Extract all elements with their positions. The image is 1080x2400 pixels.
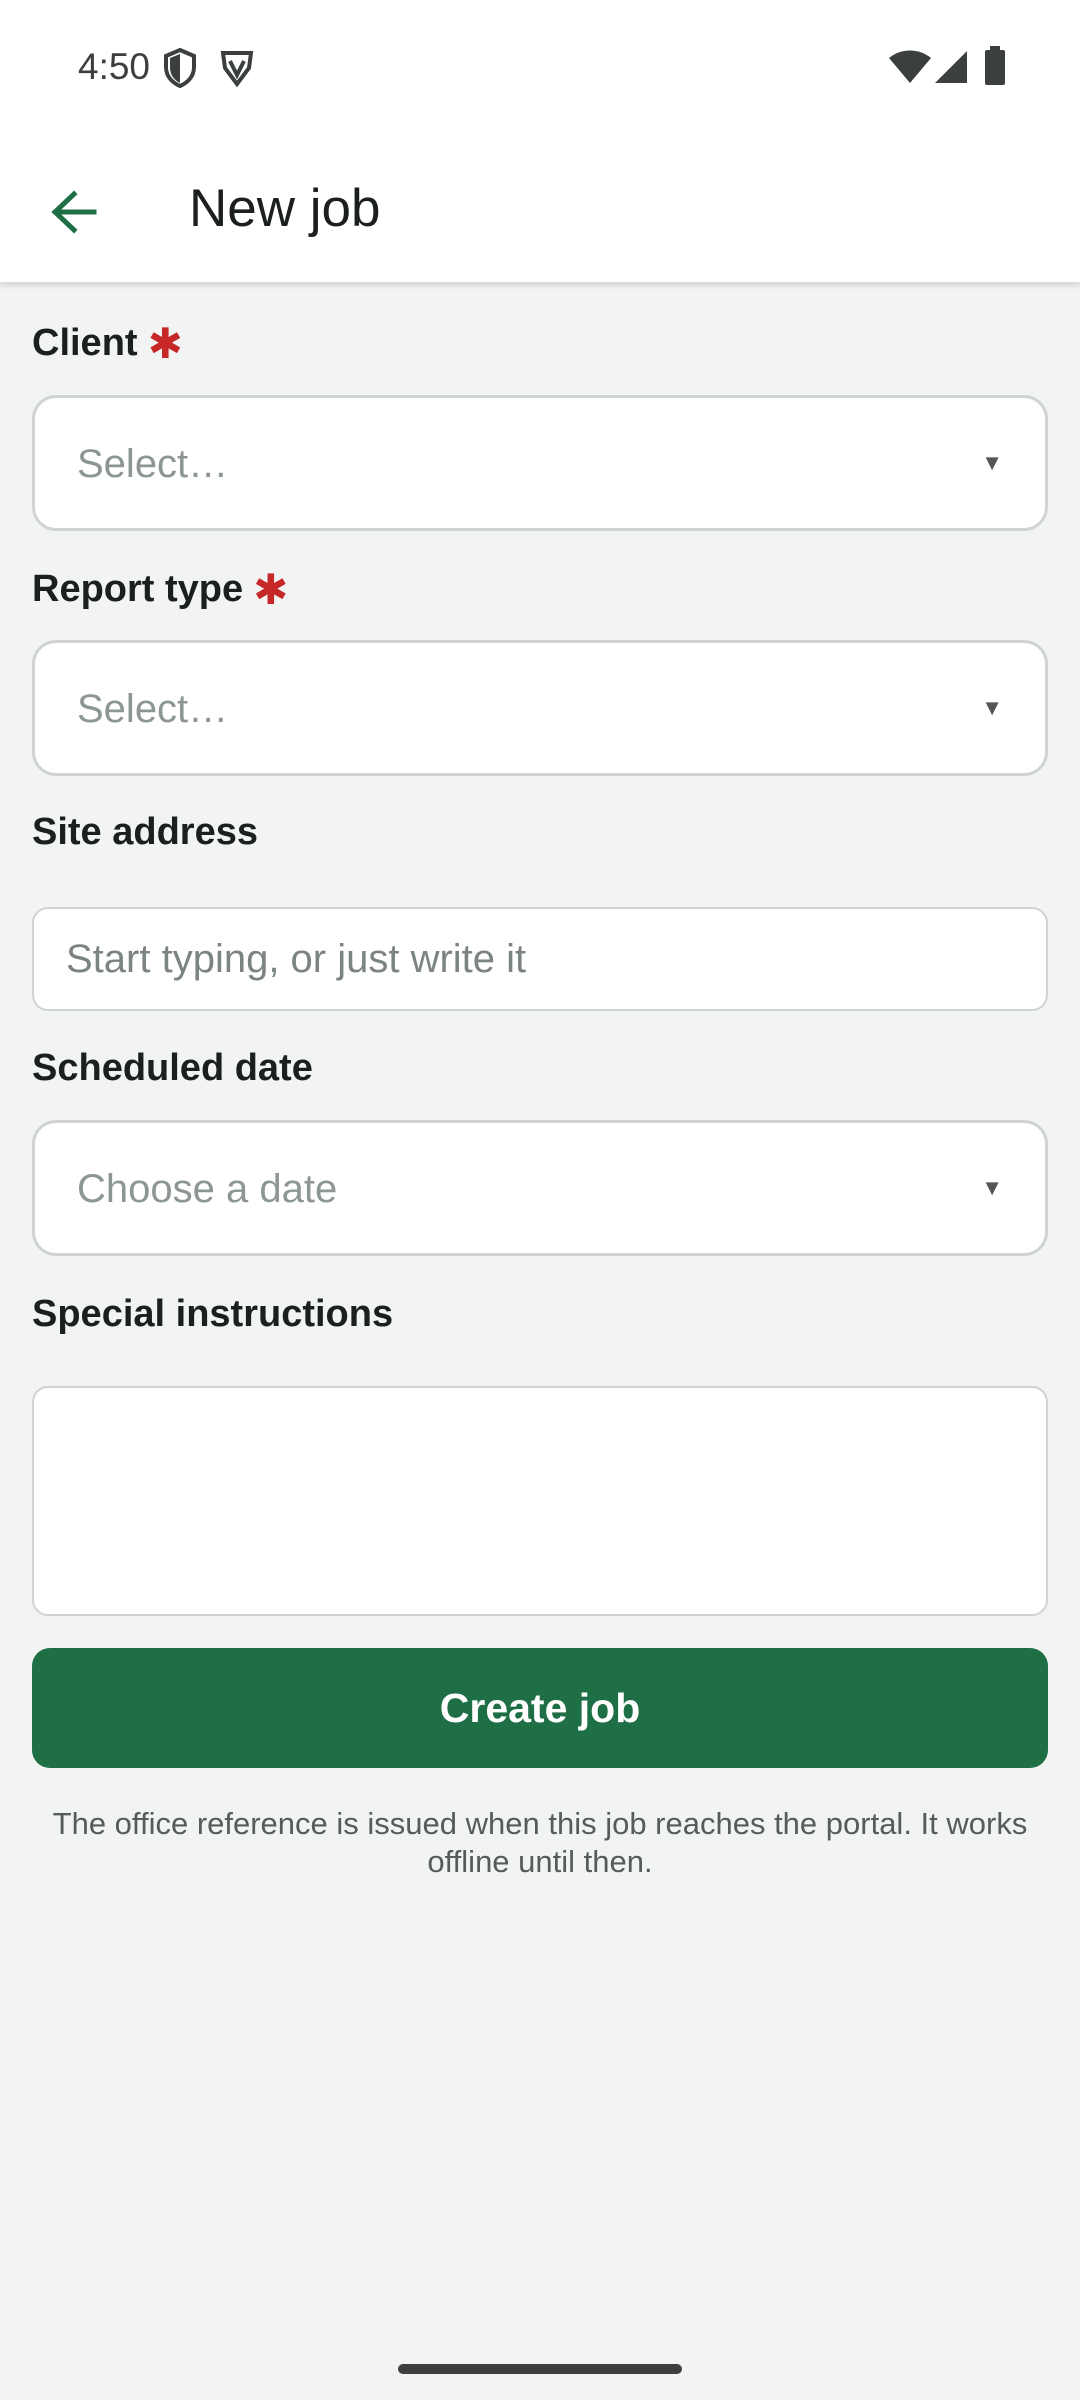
client-label: Client ✱ (32, 319, 183, 368)
chevron-down-icon: ▼ (981, 1175, 1003, 1200)
battery-icon (984, 46, 1006, 91)
special-instructions-input[interactable] (32, 1386, 1048, 1616)
scheduled-date-label-text: Scheduled date (32, 1047, 313, 1089)
shield-icon (163, 47, 197, 93)
site-address-label: Site address (32, 811, 258, 854)
report-type-select[interactable]: Select… ▼ (32, 640, 1048, 776)
scheduled-date-placeholder: Choose a date (77, 1167, 338, 1211)
required-mark: ✱ (253, 566, 289, 613)
site-address-input[interactable] (32, 907, 1048, 1011)
client-select-placeholder: Select… (77, 442, 229, 486)
helper-text: The office reference is issued when this… (52, 1806, 1028, 1879)
chevron-down-icon: ▼ (981, 695, 1003, 720)
status-bar: 4:50 (0, 0, 1080, 140)
required-mark: ✱ (147, 320, 183, 367)
scheduled-date-label: Scheduled date (32, 1047, 313, 1090)
special-instructions-label: Special instructions (32, 1293, 393, 1336)
site-address-label-text: Site address (32, 811, 258, 853)
vpn-badge-icon (219, 48, 255, 93)
cell-signal-icon (934, 50, 968, 89)
home-indicator[interactable] (398, 2364, 682, 2374)
status-time: 4:50 (78, 46, 151, 87)
arrow-left-icon (50, 189, 98, 239)
report-type-label-text: Report type (32, 568, 244, 610)
app-bar: New job (0, 140, 1080, 283)
wifi-icon (888, 50, 932, 89)
page-title: New job (189, 179, 381, 238)
create-job-button[interactable]: Create job (32, 1648, 1048, 1768)
report-type-label: Report type ✱ (32, 565, 288, 614)
client-select[interactable]: Select… ▼ (32, 395, 1048, 531)
report-type-select-placeholder: Select… (77, 687, 229, 731)
scheduled-date-picker[interactable]: Choose a date ▼ (32, 1120, 1048, 1256)
chevron-down-icon: ▼ (981, 450, 1003, 475)
back-button[interactable] (30, 170, 118, 258)
special-instructions-label-text: Special instructions (32, 1293, 394, 1335)
client-label-text: Client (32, 322, 138, 364)
